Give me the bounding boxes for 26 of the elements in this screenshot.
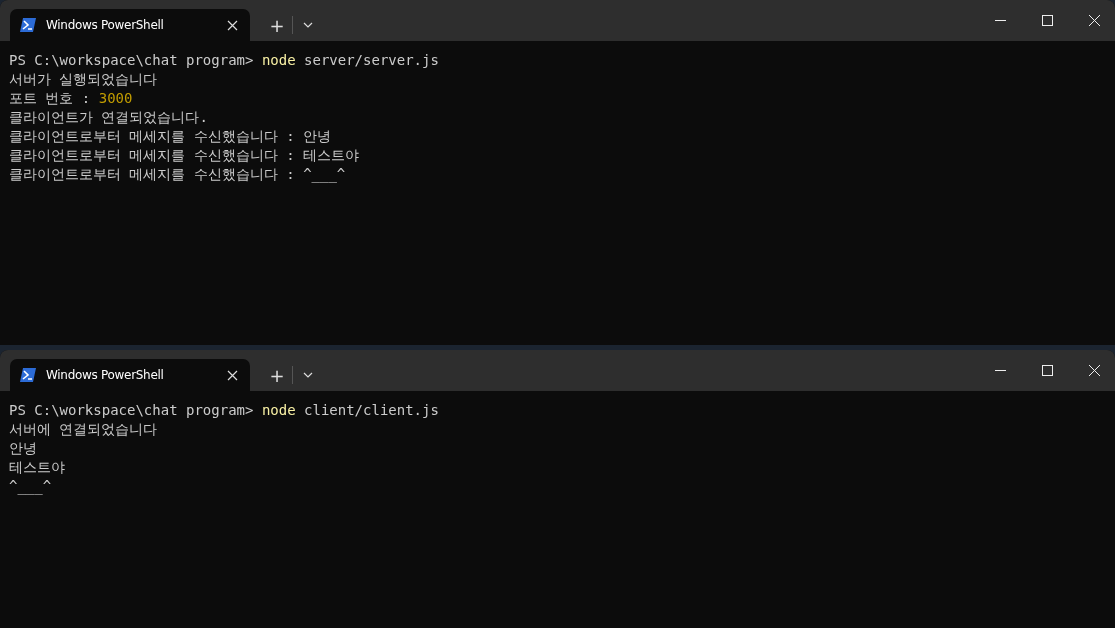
terminal-line: PS C:\workspace\chat program> node server/server.js xyxy=(9,51,440,70)
dropdown-icon[interactable] xyxy=(303,371,313,378)
terminal-tab[interactable]: Windows PowerShell xyxy=(10,359,250,391)
terminal-line: 포트 번호 : 3000 xyxy=(9,89,134,108)
terminal-line: 서버에 연결되었습니다 xyxy=(9,420,159,439)
terminal-line: 클라이언트로부터 메세지를 수신했습니다 : 안녕 xyxy=(9,127,333,146)
dropdown-icon[interactable] xyxy=(303,21,313,28)
terminal-line: 클라이언트가 연결되었습니다. xyxy=(9,108,209,127)
terminal-line: PS C:\workspace\chat program> node client/client.js xyxy=(9,401,440,420)
close-icon[interactable] xyxy=(1089,365,1100,376)
powershell-icon xyxy=(20,18,36,32)
new-tab-button[interactable]: + xyxy=(262,359,292,391)
terminal-line: 테스트야 xyxy=(9,458,66,477)
new-tab-button[interactable]: + xyxy=(262,9,292,41)
terminal-line: ^___^ xyxy=(9,477,53,496)
close-tab-icon[interactable] xyxy=(227,369,238,381)
close-icon[interactable] xyxy=(1089,15,1100,26)
terminal-line: 서버가 실행되었습니다 xyxy=(9,70,159,89)
close-tab-icon[interactable] xyxy=(227,19,238,31)
powershell-icon xyxy=(20,368,36,382)
maximize-icon[interactable] xyxy=(1042,15,1053,26)
terminal-line: 클라이언트로부터 메세지를 수신했습니다 : 테스트야 xyxy=(9,146,361,165)
terminal-line: 클라이언트로부터 메세지를 수신했습니다 : ^___^ xyxy=(9,165,347,184)
maximize-icon[interactable] xyxy=(1042,365,1053,376)
terminal-line: 안녕 xyxy=(9,439,38,458)
terminal-tab[interactable]: Windows PowerShell xyxy=(10,9,250,41)
